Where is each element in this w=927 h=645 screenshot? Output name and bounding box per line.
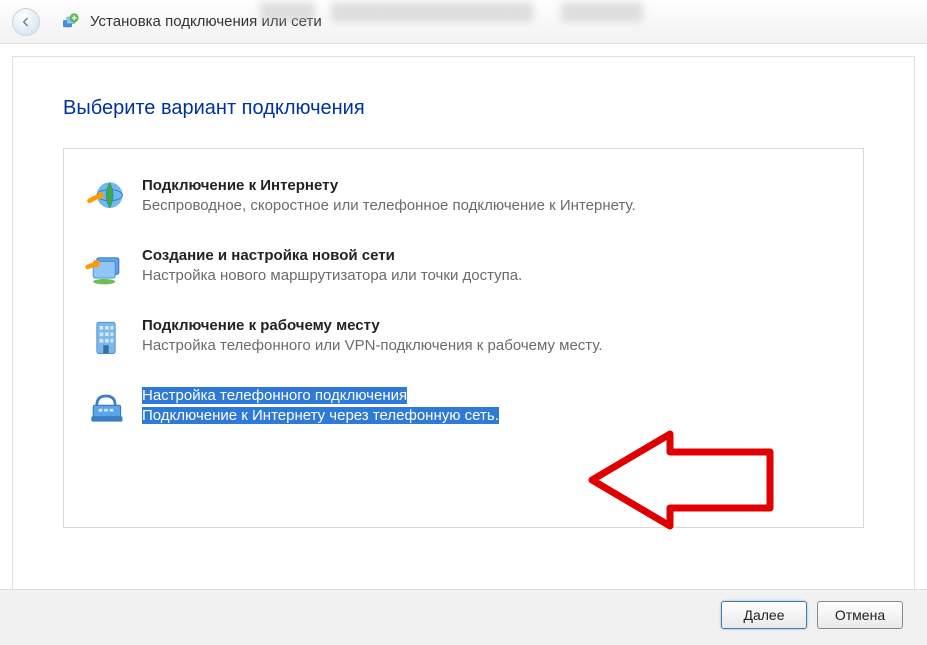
option-dialup-connection[interactable]: Настройка телефонного подключения Подклю…: [80, 377, 847, 437]
option-internet-connection[interactable]: Подключение к Интернету Беспроводное, ск…: [80, 167, 847, 227]
option-subtitle: Настройка телефонного или VPN-подключени…: [142, 336, 843, 356]
dialog-content: Выберите вариант подключения Подключ: [12, 56, 915, 593]
option-title: Создание и настройка новой сети: [142, 247, 395, 264]
option-title: Подключение к рабочему месту: [142, 317, 380, 334]
globe-connect-icon: [84, 175, 128, 219]
blurred-background-text: [260, 2, 807, 22]
option-new-network[interactable]: Создание и настройка новой сети Настройк…: [80, 237, 847, 297]
option-title: Настройка телефонного подключения: [142, 387, 407, 404]
option-text-workplace: Подключение к рабочему месту Настройка т…: [142, 315, 843, 357]
option-text-new-network: Создание и настройка новой сети Настройк…: [142, 245, 843, 287]
option-text-dialup: Настройка телефонного подключения Подклю…: [142, 385, 843, 427]
option-workplace-connection[interactable]: Подключение к рабочему месту Настройка т…: [80, 307, 847, 367]
dialog-area: Выберите вариант подключения Подключ: [0, 44, 927, 645]
back-button[interactable]: [12, 8, 40, 36]
wizard-window: Установка подключения или сети Выберите …: [0, 0, 927, 645]
next-button[interactable]: Далее: [721, 601, 807, 629]
button-row: Далее Отмена: [0, 589, 927, 645]
option-subtitle: Подключение к Интернету через телефонную…: [142, 407, 499, 424]
back-arrow-icon: [19, 15, 33, 29]
office-building-icon: [84, 315, 128, 359]
cancel-button[interactable]: Отмена: [817, 601, 903, 629]
dialog-heading: Выберите вариант подключения: [63, 97, 864, 120]
phone-modem-icon: [84, 385, 128, 429]
app-icon: [60, 12, 80, 32]
connection-options-list: Подключение к Интернету Беспроводное, ск…: [63, 148, 864, 528]
option-text-internet: Подключение к Интернету Беспроводное, ск…: [142, 175, 843, 217]
option-subtitle: Беспроводное, скоростное или телефонное …: [142, 196, 843, 216]
option-title: Подключение к Интернету: [142, 177, 338, 194]
router-setup-icon: [84, 245, 128, 289]
option-subtitle: Настройка нового маршрутизатора или точк…: [142, 266, 843, 286]
